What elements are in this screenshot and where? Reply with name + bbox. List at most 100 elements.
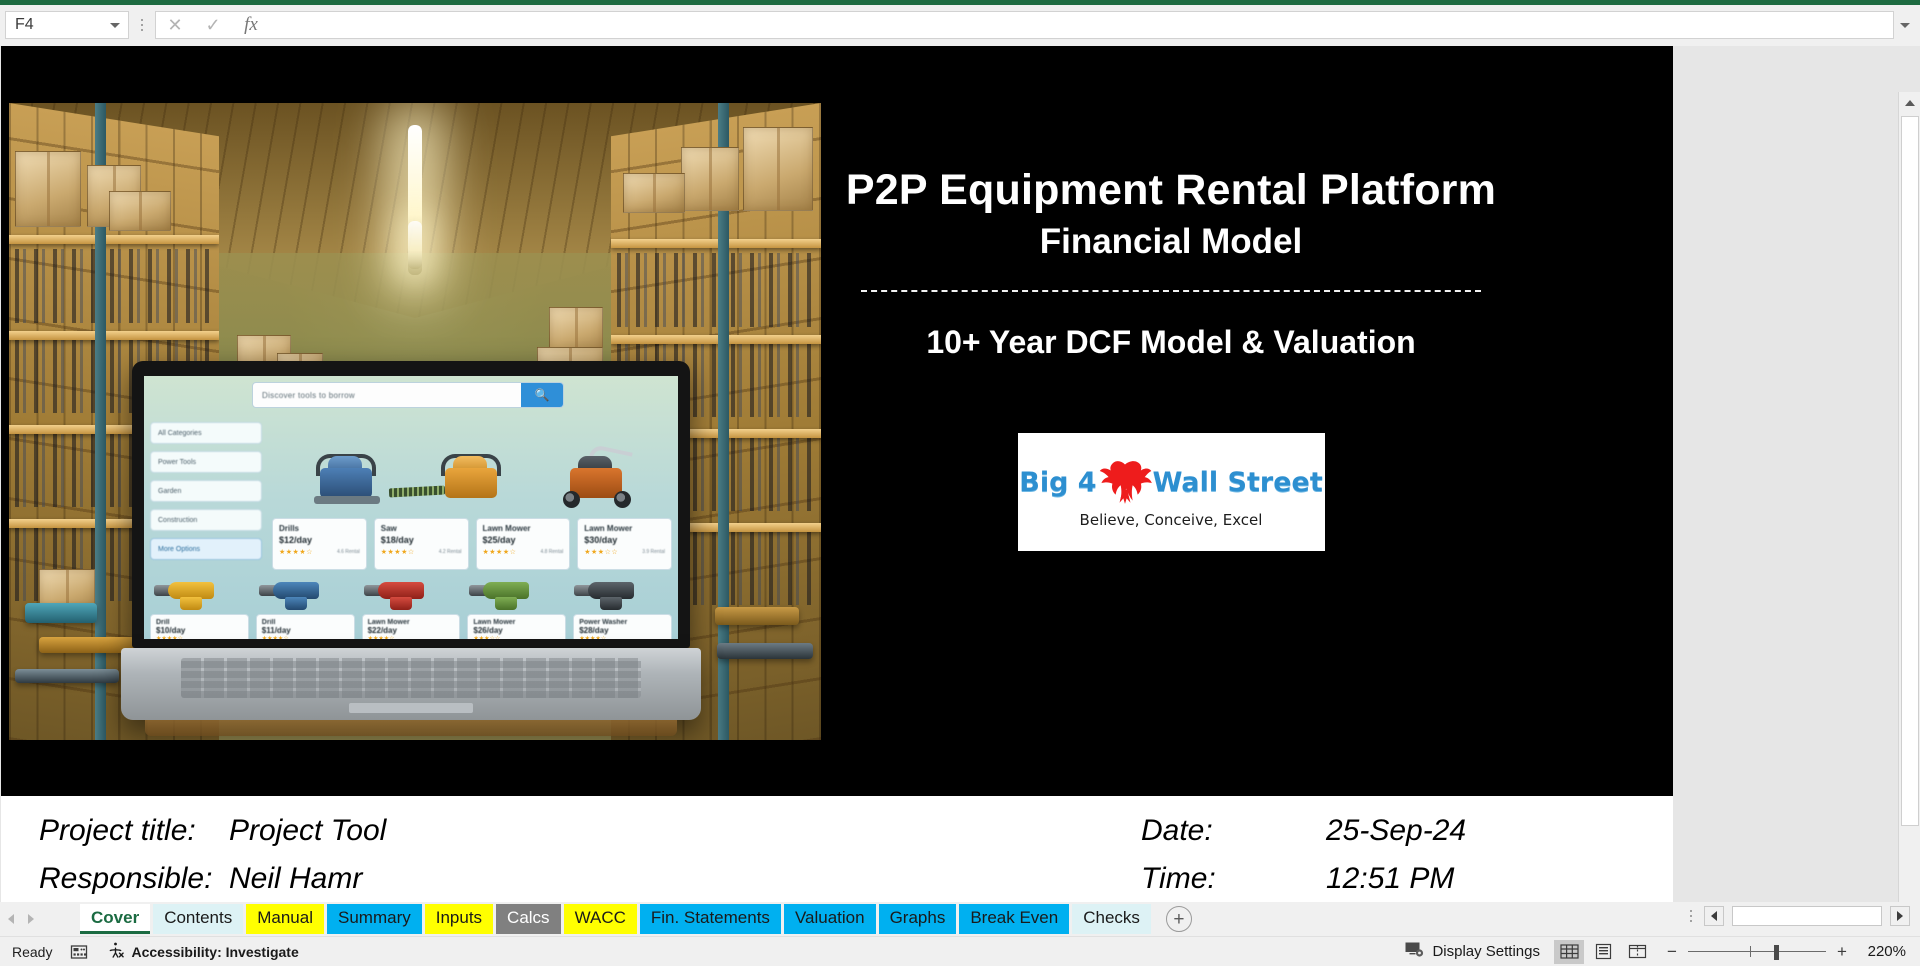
floor-tool-icon [25,603,97,623]
confirm-icon[interactable]: ✓ [194,12,232,38]
rating-stars: ★★★★☆ [367,636,395,639]
vertical-scrollbar-thumb[interactable] [1901,116,1919,826]
sheet-tab-wacc[interactable]: WACC [563,904,637,934]
worksheet-area[interactable]: Discover tools to borrow 🔍 All Categorie… [0,46,1920,902]
floor-tool-icon [15,669,119,683]
add-sheet-button[interactable]: + [1165,906,1192,932]
sheet-tab-fin-statements[interactable]: Fin. Statements [639,904,781,934]
sheet-tab-checks[interactable]: Checks [1072,904,1151,934]
expand-formula-bar-button[interactable] [1894,11,1916,39]
rating-stars: ★★★★☆ [579,636,607,639]
product-price: $30/day [584,535,618,545]
sheet-tab-manual[interactable]: Manual [246,904,324,934]
formula-input[interactable] [270,11,1894,39]
responsible-row: Responsible: Neil Hamr [39,862,362,896]
product-card: Drill $10/day ★★★★☆ [150,614,249,639]
chevron-right-icon[interactable] [28,914,34,924]
sheet-tab-calcs[interactable]: Calcs [496,904,561,934]
sheet-tab-cover[interactable]: Cover [80,904,151,934]
drill-icon [467,576,565,612]
responsible-value[interactable]: Neil Hamr [229,862,362,896]
zoom-slider[interactable] [1688,944,1826,960]
product-price: $10/day [156,626,186,635]
chainsaw-icon [388,448,509,510]
scroll-up-button[interactable] [1899,92,1920,114]
status-ready-label: Ready [12,943,53,960]
marketplace-sidebar: All Categories Power Tools Garden Constr… [150,422,262,567]
zoom-percent-label[interactable]: 220% [1858,943,1906,960]
time-label: Time: [1141,862,1216,895]
formula-bar-drag-handle[interactable] [133,11,151,39]
time-value[interactable]: 12:51 PM [1326,862,1454,896]
product-price: $18/day [380,535,414,545]
product-price: $28/day [579,626,609,635]
zoom-out-button[interactable]: − [1666,942,1678,962]
sheet-tab-bar: Cover Contents Manual Summary Inputs Cal… [0,902,1920,936]
list-item: More Options [150,538,262,560]
name-box-value: F4 [15,16,34,33]
chevron-left-icon[interactable] [8,914,14,924]
product-title: Drills [279,524,300,533]
drill-icon [572,576,670,612]
name-box[interactable]: F4 [5,11,129,39]
product-card: Power Washer $28/day ★★★★☆ [573,614,672,639]
project-title-value[interactable]: Project Tool [229,814,386,848]
product-card: Lawn Mower $22/day ★★★★☆ [361,614,461,639]
tab-split-handle[interactable] [1690,910,1692,922]
cancel-icon[interactable]: ✕ [156,12,194,38]
zoom-slider-thumb[interactable] [1774,944,1779,960]
product-title: Lawn Mower [584,524,633,533]
product-meta: 4.2 Rental [438,549,462,555]
insert-function-icon[interactable]: fx [232,12,270,38]
sheet-tab-valuation[interactable]: Valuation [783,904,876,934]
record-macro-icon[interactable] [70,944,88,960]
chevron-right-icon [1897,911,1903,921]
product-title: Lawn Mower [473,619,516,626]
rating-stars: ★★★★☆ [380,549,415,556]
sheet-tab-break-even[interactable]: Break Even [959,904,1070,934]
laptop-base [121,648,701,720]
page-title: P2P Equipment Rental Platform [845,166,1497,214]
product-card: Lawn Mower $30/day ★★★☆☆ 3.9 Rental [577,518,672,570]
page-tagline: 10+ Year DCF Model & Valuation [926,324,1416,361]
formula-action-buttons: ✕ ✓ fx [155,11,270,39]
sheet-tab-contents[interactable]: Contents [153,904,244,934]
product-title: Drill [156,619,170,626]
sheet-tab-graphs[interactable]: Graphs [878,904,957,934]
sheet-tab-summary[interactable]: Summary [327,904,422,934]
sheet-tab-inputs[interactable]: Inputs [424,904,494,934]
product-price: $22/day [367,626,397,635]
accessibility-status[interactable]: Accessibility: Investigate [106,942,299,962]
project-title-row: Project title: Project Tool [39,814,386,848]
marketplace-card-row-1: Drills $12/day ★★★★☆ 4.6 Rental Saw $18/… [272,518,672,570]
status-bar: Ready Accessibility: Investigate Display… [0,936,1920,966]
drill-icon [152,576,250,612]
date-value[interactable]: 25-Sep-24 [1326,814,1466,848]
product-price: $25/day [482,535,516,545]
product-title: Saw [380,524,397,533]
product-price: $26/day [473,626,503,635]
horizontal-scrollbar[interactable] [1690,906,1910,926]
lawn-mower-icon [560,443,634,510]
logo-motto: Believe, Conceive, Excel [1079,511,1263,530]
vertical-scrollbar[interactable] [1898,92,1920,902]
page-subtitle: Financial Model [1039,222,1303,262]
horizontal-scrollbar-thumb[interactable] [1732,906,1882,926]
zoom-in-button[interactable]: + [1836,942,1848,962]
chevron-down-icon[interactable] [110,22,120,28]
product-price: $12/day [279,535,313,545]
display-settings-button[interactable]: Display Settings [1405,941,1540,962]
responsible-label: Responsible: [39,862,213,895]
marketplace-drill-row [150,576,672,612]
rating-stars: ★★★☆☆ [473,636,501,639]
list-item: Garden [150,480,262,502]
cover-info-footer: Project title: Project Tool Responsible:… [1,796,1673,902]
plate-compactor-icon [310,448,384,510]
page-layout-view-icon[interactable] [1588,940,1618,964]
product-title: Drill [261,619,276,626]
marketplace-card-row-2: Drill $10/day ★★★★☆ Drill $11/day ★★★★☆ [150,614,672,639]
scroll-left-button[interactable] [1704,906,1724,926]
normal-view-icon[interactable] [1554,939,1584,964]
page-break-preview-icon[interactable] [1622,940,1652,964]
scroll-right-button[interactable] [1890,906,1910,926]
